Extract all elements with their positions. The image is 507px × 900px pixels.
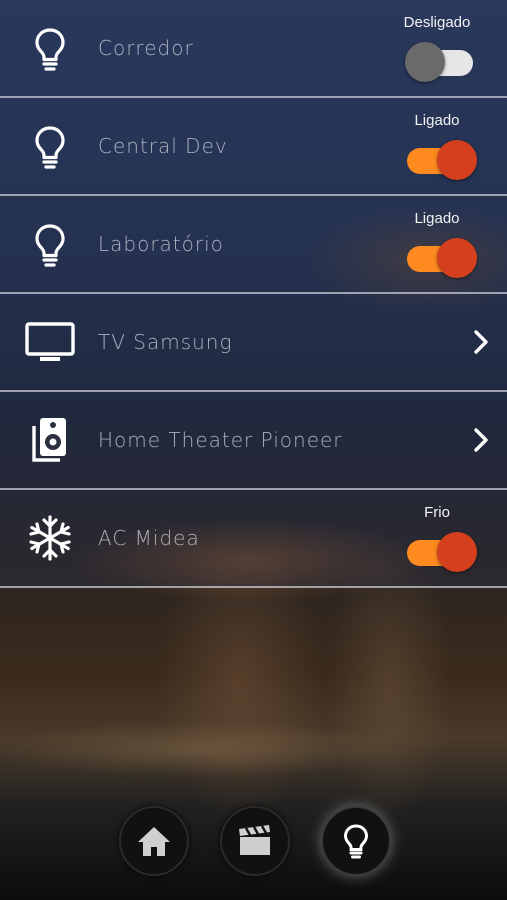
- status-label: Ligado: [414, 112, 460, 129]
- device-name: Laboratório: [98, 232, 224, 256]
- nav-scenes-button[interactable]: [220, 806, 290, 876]
- device-row-home-theater[interactable]: Home Theater Pioneer: [0, 392, 507, 490]
- power-toggle[interactable]: [405, 238, 477, 280]
- chevron-right-icon[interactable]: [470, 328, 492, 356]
- bottom-navigation: [0, 790, 507, 900]
- device-name: Home Theater Pioneer: [98, 428, 343, 452]
- mode-toggle[interactable]: [405, 532, 477, 574]
- lightbulb-icon: [24, 218, 76, 270]
- lightbulb-icon: [343, 824, 369, 859]
- status-label: Ligado: [414, 210, 460, 227]
- nav-lights-button[interactable]: [321, 806, 391, 876]
- toggle-knob: [437, 532, 477, 572]
- tv-icon: [24, 316, 76, 368]
- speaker-icon: [24, 414, 76, 466]
- status-label: Desligado: [403, 14, 471, 31]
- device-row-tv-samsung[interactable]: TV Samsung: [0, 294, 507, 392]
- device-row-corredor[interactable]: Corredor Desligado: [0, 0, 507, 98]
- lightbulb-icon: [24, 120, 76, 172]
- device-row-laboratorio[interactable]: Laboratório Ligado: [0, 196, 507, 294]
- toggle-knob: [405, 42, 445, 82]
- lightbulb-icon: [24, 22, 76, 74]
- status-label: Frio: [424, 504, 450, 521]
- device-name: Central Dev: [98, 134, 228, 158]
- power-toggle[interactable]: [405, 42, 477, 84]
- power-toggle[interactable]: [405, 140, 477, 182]
- device-list: Corredor Desligado Central Dev Ligado La…: [0, 0, 507, 588]
- snowflake-icon: [24, 512, 76, 564]
- toggle-knob: [437, 238, 477, 278]
- device-name: AC Midea: [98, 526, 200, 550]
- clapperboard-icon: [239, 825, 270, 855]
- device-row-ac-midea[interactable]: AC Midea Frio: [0, 490, 507, 588]
- device-row-central-dev[interactable]: Central Dev Ligado: [0, 98, 507, 196]
- device-name: TV Samsung: [98, 330, 233, 354]
- device-name: Corredor: [98, 36, 194, 60]
- nav-home-button[interactable]: [119, 806, 189, 876]
- home-icon: [138, 827, 170, 856]
- toggle-knob: [437, 140, 477, 180]
- chevron-right-icon[interactable]: [470, 426, 492, 454]
